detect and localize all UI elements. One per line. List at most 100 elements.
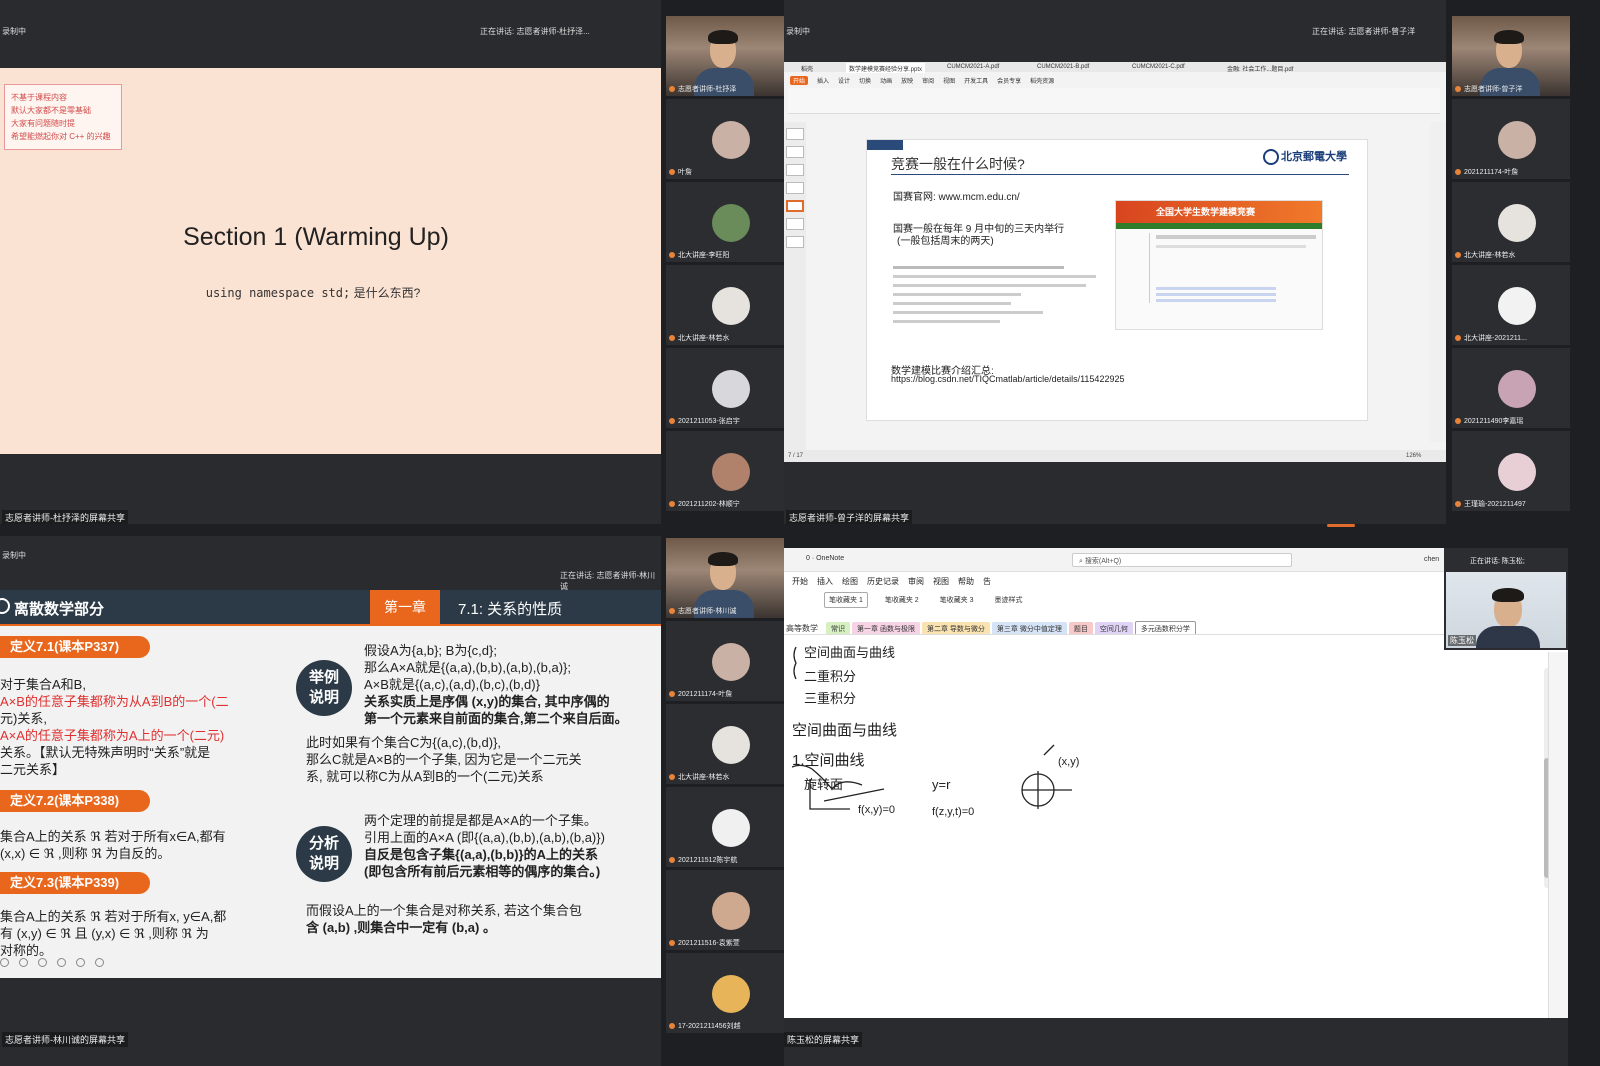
split-handle[interactable] [1327, 524, 1355, 527]
pen-favorite[interactable]: 笔收藏夹 2 [881, 593, 923, 607]
participant-tile[interactable]: 2021211516-袁紫萱 [666, 870, 784, 950]
search-box[interactable]: ⌕ 搜索(Alt+Q) [1072, 553, 1292, 567]
slide-thumb-active[interactable] [786, 200, 804, 212]
slide-thumb[interactable] [786, 236, 804, 248]
menu-item[interactable]: 绘图 [842, 576, 858, 587]
menu-item[interactable]: 插入 [817, 576, 833, 587]
share-caption: 志愿者讲师-林川诚的屏幕共享 [2, 1032, 128, 1047]
tab-home[interactable]: 稻壳 [798, 63, 816, 73]
tab-pdf-c[interactable]: CUMCM2021-C.pdf [1129, 63, 1188, 73]
participant-tile[interactable]: 王瑾瑜-2021211497 [1452, 431, 1570, 511]
pen-favorite[interactable]: 笔收藏夹 3 [936, 593, 978, 607]
example-line: 那么A×A就是{(a,a),(b,b),(a,b),(b,a)}; [364, 660, 571, 675]
slide-thumb[interactable] [786, 128, 804, 140]
def3-line: 有 (x,y) ∈ ℜ 且 (y,x) ∈ ℜ ,则称 ℜ 为 [0, 926, 209, 941]
ribbon-tab[interactable]: 动画 [880, 76, 892, 85]
participant-tile[interactable]: 2021211490李嘉瑶 [1452, 348, 1570, 428]
participant-tile[interactable]: 北大讲座-林若水 [1452, 182, 1570, 262]
participant-name: 2021211174-叶詹 [669, 689, 732, 699]
avatar [1498, 453, 1536, 491]
analysis-line: 自反是包含子集{(a,a),(b,b)}的A上的关系 [364, 847, 599, 862]
ribbon-tab[interactable]: 稻壳资源 [1030, 76, 1054, 85]
ribbon-tab[interactable]: 开发工具 [964, 76, 988, 85]
def2-line: (x,x) ∈ ℜ ,则称 ℜ 为自反的。 [0, 846, 171, 861]
ribbon-tab[interactable]: 切换 [859, 76, 871, 85]
participant-tile[interactable]: 志愿者讲师-曾子洋 [1452, 16, 1570, 96]
pen-favorite[interactable]: 墨迹样式 [991, 593, 1027, 607]
intro-url[interactable]: https://blog.csdn.net/TIQCmatlab/article… [891, 374, 1124, 384]
ink-arrow [1043, 744, 1055, 756]
slide-thumb[interactable] [786, 182, 804, 194]
ribbon-tab[interactable]: 会员专享 [997, 76, 1021, 85]
participant-name: 志愿者讲师-杜抒泽 [669, 84, 736, 94]
example-line: A×B就是{(a,c),(a,d),(b,c),(b,d)} [364, 677, 540, 692]
user-name[interactable]: chen [1424, 556, 1439, 563]
def1-line: 关系。【默认无特殊声明时“关系”就是 [0, 745, 211, 760]
tab-pdf-b[interactable]: CUMCM2021-B.pdf [1034, 63, 1092, 73]
menu-item[interactable]: 视图 [933, 576, 949, 587]
menu-item[interactable]: 告 [983, 576, 991, 587]
menu-item[interactable]: 帮助 [958, 576, 974, 587]
participant-tile[interactable]: 叶詹 [666, 99, 784, 179]
participant-name: 志愿者讲师-曾子洋 [1455, 84, 1522, 94]
ribbon-tab[interactable]: 放映 [901, 76, 913, 85]
participant-tile[interactable]: 17-2021211456刘越 [666, 953, 784, 1033]
participant-tile[interactable]: 北大讲座-2021211... [1452, 265, 1570, 345]
def3-line: 对称的。 [0, 943, 53, 958]
symmetric-body: 而假设A上的一个集合是对称关系, 若这个集合包 含 (a,b) ,则集合中一定有… [306, 902, 646, 936]
slide-thumb[interactable] [786, 218, 804, 230]
notebook-picker[interactable]: 高等数学 [786, 623, 818, 634]
participant-tile[interactable]: 北大讲座-林若水 [666, 265, 784, 345]
note-line: 不基于课程内容 [11, 93, 67, 102]
ribbon-tab[interactable]: 视图 [943, 76, 955, 85]
subtitle-icon[interactable] [76, 958, 85, 967]
participant-tile[interactable]: 2021211202-林顺宁 [666, 431, 784, 511]
menu-item[interactable]: 审阅 [908, 576, 924, 587]
menu-item[interactable]: 开始 [792, 576, 808, 587]
def1-line: A×A的任意子集都称为A上的一个(二元) [0, 728, 225, 743]
notes-box: 不基于课程内容 默认大家都不是零基础 大家有问题随时提 希望能燃起你对 C++ … [4, 84, 122, 150]
participant-tile[interactable]: 2021211512陈宇航 [666, 787, 784, 867]
example-line: 假设A为{a,b}; B为{c,d}; [364, 643, 497, 658]
tab-pdf-d[interactable]: 金融: 社会工作...题目.pdf [1224, 63, 1296, 73]
camera-icon[interactable] [57, 958, 66, 967]
wps-window: 稻壳 数学建模竞赛经验分享.pptx CUMCM2021-A.pdf CUMCM… [784, 62, 1446, 462]
ribbon-tab[interactable]: 开始 [790, 76, 809, 85]
site-nav [1116, 223, 1322, 229]
participant-tile[interactable]: 志愿者讲师-杜抒泽 [666, 16, 784, 96]
participant-name: 2021211490李嘉瑶 [1455, 416, 1523, 426]
app-title: 0 · OneNote [806, 555, 845, 562]
ribbon-tab[interactable]: 设计 [838, 76, 850, 85]
slide-thumb[interactable] [786, 164, 804, 176]
pen-icon[interactable] [19, 958, 28, 967]
participant-tile[interactable]: 2021211053-张启宇 [666, 348, 784, 428]
ribbon-tab[interactable]: 审阅 [922, 76, 934, 85]
ink-text: (x,y) [1058, 756, 1079, 768]
participant-tile[interactable]: 北大讲座-林若水 [666, 704, 784, 784]
more-icon[interactable] [95, 958, 104, 967]
slide-thumb[interactable] [786, 146, 804, 158]
slide: 不基于课程内容 默认大家都不是零基础 大家有问题随时提 希望能燃起你对 C++ … [0, 68, 661, 454]
tab-pptx[interactable]: 数学建模竞赛经验分享.pptx [846, 63, 926, 73]
play-icon[interactable] [0, 958, 9, 967]
ribbon-tab[interactable]: 插入 [817, 76, 829, 85]
participant-tile[interactable]: 北大讲座-李旺阳 [666, 182, 784, 262]
def2-line: 集合A上的关系 ℜ 若对于所有x∈A,都有 [0, 829, 226, 844]
header-icon [0, 598, 10, 614]
example-line: 此时如果有个集合C为{(a,c),(b,d)}, [306, 735, 502, 750]
participant-tile[interactable]: 2021211174-叶詹 [666, 621, 784, 701]
tab-pdf-a[interactable]: CUMCM2021-A.pdf [944, 63, 1002, 73]
share-topbar: 录制中 正在讲话: 志愿者讲师-曾子洋 [784, 0, 1446, 62]
subtitle-text: 是什么东西? [350, 286, 421, 300]
participant-tile[interactable]: 志愿者讲师-林川诚 [666, 538, 784, 618]
menu-item[interactable]: 历史记录 [867, 576, 899, 587]
avatar [1498, 370, 1536, 408]
pen-favorite[interactable]: 笔收藏夹 1 [824, 592, 868, 608]
symmetric-line: 含 (a,b) ,则集合中一定有 (b,a) 。 [306, 920, 496, 935]
def1-label: 定义7.1(课本P337) [0, 636, 150, 658]
slide: 离散数学部分 第一章 7.1: 关系的性质 定义7.1(课本P337) 对于集合… [0, 590, 661, 978]
avatar [712, 287, 750, 325]
participant-name: 17-2021211456刘越 [669, 1021, 741, 1031]
pointer-icon[interactable] [38, 958, 47, 967]
participant-tile[interactable]: 2021211174-叶詹 [1452, 99, 1570, 179]
